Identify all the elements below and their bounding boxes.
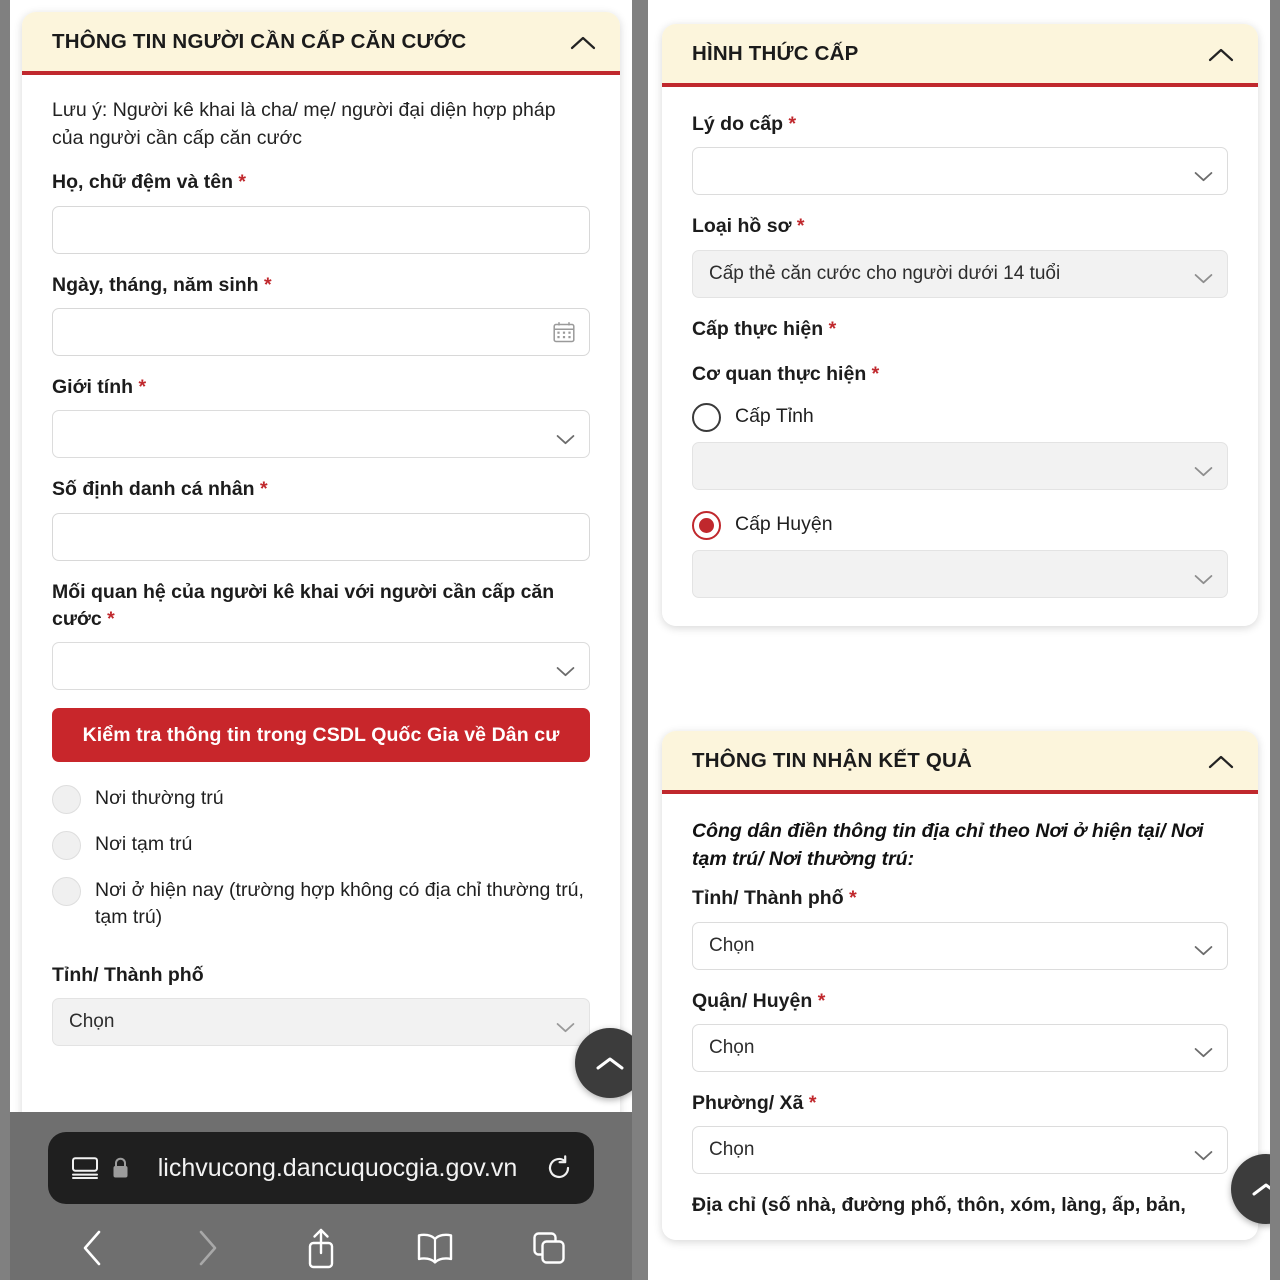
- share-button[interactable]: [298, 1225, 344, 1271]
- select-issue-reason[interactable]: [692, 147, 1228, 196]
- tabs-button[interactable]: [526, 1225, 572, 1271]
- chevron-up-icon[interactable]: [1208, 754, 1234, 769]
- card-applicant-info: THÔNG TIN NGƯỜI CẦN CẤP CĂN CƯỚC Lưu ý: …: [22, 12, 620, 1181]
- lock-icon: [112, 1157, 129, 1179]
- card-applicant-body: Lưu ý: Người kê khai là cha/ mẹ/ người đ…: [22, 75, 620, 1181]
- label-relationship: Mối quan hệ của người kê khai với người …: [52, 580, 555, 630]
- label-result-province: Tỉnh/ Thành phố *: [692, 887, 857, 910]
- label-gender: Giới tính *: [52, 375, 147, 398]
- select-result-ward[interactable]: Chọn: [692, 1126, 1228, 1175]
- label-issue-reason: Lý do cấp *: [692, 113, 797, 135]
- radio-circle-icon[interactable]: [52, 831, 81, 861]
- browser-tool-row: [10, 1216, 632, 1280]
- chevron-down-icon: [1194, 1145, 1213, 1160]
- radio-circle-selected-icon[interactable]: [692, 511, 721, 541]
- radio-label: Nơi thường trú: [95, 787, 224, 810]
- radio-permanent-residence[interactable]: Nơi thường trú: [52, 784, 590, 815]
- field-result-district: Quận/ Huyện * Chọn: [692, 988, 1228, 1072]
- screenshot-root: THÔNG TIN NGƯỜI CẦN CẤP CĂN CƯỚC Lưu ý: …: [0, 0, 1280, 1280]
- field-relationship: Mối quan hệ của người kê khai với người …: [52, 579, 590, 691]
- reader-view-icon[interactable]: [72, 1157, 98, 1179]
- field-result-province: Tỉnh/ Thành phố * Chọn: [692, 885, 1228, 970]
- radio-label: Nơi ở hiện nay (trường hợp không có địa …: [95, 879, 584, 929]
- calendar-icon[interactable]: [553, 321, 575, 343]
- label-personal-id: Số định danh cá nhân *: [52, 478, 268, 501]
- card-result-header[interactable]: THÔNG TIN NHẬN KẾT QUẢ: [662, 731, 1258, 794]
- radio-label: Cấp Huyện: [735, 513, 833, 536]
- check-national-database-button[interactable]: Kiểm tra thông tin trong CSDL Quốc Gia v…: [52, 708, 590, 763]
- label-execution-level: Cấp thực hiện *: [692, 317, 837, 340]
- select-dossier-type[interactable]: Cấp thẻ căn cước cho người dưới 14 tuổi: [692, 249, 1228, 298]
- radio-label: Cấp Tỉnh: [735, 405, 814, 428]
- right-phone-pane: HÌNH THỨC CẤP Lý do cấp * Loại hồ sơ * C…: [648, 0, 1270, 1280]
- label-result-district: Quận/ Huyện *: [692, 989, 826, 1012]
- radio-district-level[interactable]: Cấp Huyện: [692, 510, 1228, 541]
- radio-temporary-residence[interactable]: Nơi tạm trú: [52, 830, 590, 861]
- chevron-down-icon: [556, 661, 575, 676]
- card-issue-header[interactable]: HÌNH THỨC CẤP: [662, 24, 1258, 87]
- input-personal-id[interactable]: [52, 512, 590, 561]
- field-personal-id: Số định danh cá nhân *: [52, 476, 590, 561]
- field-full-name: Họ, chữ đệm và tên *: [52, 169, 590, 254]
- card-result-body: Công dân điền thông tin địa chỉ theo Nơi…: [662, 794, 1258, 1240]
- label-dob: Ngày, tháng, năm sinh *: [52, 273, 272, 296]
- input-full-name[interactable]: [52, 205, 590, 254]
- field-issue-reason: Lý do cấp *: [692, 111, 1228, 196]
- field-left-province: Tỉnh/ Thành phố Chọn: [52, 962, 590, 1047]
- label-result-ward: Phường/ Xã *: [692, 1091, 817, 1114]
- select-result-province[interactable]: Chọn: [692, 921, 1228, 970]
- card-issue-form: HÌNH THỨC CẤP Lý do cấp * Loại hồ sơ * C…: [662, 24, 1258, 627]
- card-applicant-header[interactable]: THÔNG TIN NGƯỜI CẦN CẤP CĂN CƯỚC: [22, 12, 620, 75]
- field-dob: Ngày, tháng, năm sinh *: [52, 272, 590, 356]
- select-left-province[interactable]: Chọn: [52, 998, 590, 1047]
- bookmarks-button[interactable]: [412, 1225, 458, 1271]
- chevron-down-icon: [1194, 461, 1213, 476]
- select-district-agency[interactable]: [692, 550, 1228, 599]
- chevron-up-icon[interactable]: [1208, 47, 1234, 62]
- chevron-down-icon: [556, 1017, 575, 1032]
- select-gender[interactable]: [52, 410, 590, 459]
- label-left-province: Tỉnh/ Thành phố: [52, 963, 204, 986]
- field-gender: Giới tính *: [52, 374, 590, 459]
- card-result-info: THÔNG TIN NHẬN KẾT QUẢ Công dân điền thô…: [662, 731, 1258, 1240]
- chevron-up-icon[interactable]: [570, 35, 596, 50]
- card-result-title: THÔNG TIN NHẬN KẾT QUẢ: [692, 749, 972, 772]
- chevron-down-icon: [1194, 1042, 1213, 1058]
- select-province-agency[interactable]: [692, 442, 1228, 491]
- reload-icon[interactable]: [546, 1155, 572, 1181]
- chevron-down-icon: [1194, 940, 1213, 956]
- select-relationship[interactable]: [52, 642, 590, 691]
- back-button[interactable]: [70, 1225, 116, 1271]
- chevron-up-icon: [596, 1057, 624, 1069]
- left-phone-pane: THÔNG TIN NGƯỜI CẦN CẤP CĂN CƯỚC Lưu ý: …: [10, 0, 632, 1280]
- label-full-name: Họ, chữ đệm và tên *: [52, 171, 247, 194]
- label-dossier-type: Loại hồ sơ *: [692, 215, 805, 238]
- forward-button[interactable]: [184, 1225, 230, 1271]
- radio-province-level[interactable]: Cấp Tỉnh: [692, 402, 1228, 433]
- card-issue-title: HÌNH THỨC CẤP: [692, 42, 859, 65]
- url-text[interactable]: lichvucong.dancuquocgia.gov.vn: [143, 1154, 532, 1183]
- label-execution-agency: Cơ quan thực hiện *: [692, 362, 880, 385]
- radio-current-residence[interactable]: Nơi ở hiện nay (trường hợp không có địa …: [52, 876, 590, 932]
- input-dob[interactable]: [52, 307, 590, 356]
- field-result-ward: Phường/ Xã * Chọn: [692, 1090, 1228, 1175]
- chevron-up-icon: [1252, 1183, 1270, 1195]
- url-bar[interactable]: lichvucong.dancuquocgia.gov.vn: [48, 1132, 594, 1204]
- chevron-down-icon: [1194, 268, 1213, 284]
- label-result-address: Địa chỉ (số nhà, đường phố, thôn, xóm, l…: [692, 1194, 1186, 1217]
- card-issue-body: Lý do cấp * Loại hồ sơ * Cấp thẻ căn cướ…: [662, 87, 1258, 627]
- result-note: Công dân điền thông tin địa chỉ theo Nơi…: [692, 820, 1204, 870]
- browser-bottom-chrome: lichvucong.dancuquocgia.gov.vn: [10, 1112, 632, 1280]
- radio-circle-icon[interactable]: [52, 877, 81, 907]
- chevron-down-icon: [1194, 569, 1213, 584]
- select-result-district[interactable]: Chọn: [692, 1023, 1228, 1072]
- chevron-down-icon: [556, 429, 575, 444]
- radio-label: Nơi tạm trú: [95, 833, 193, 856]
- chevron-down-icon: [1194, 166, 1213, 181]
- radio-circle-icon[interactable]: [692, 403, 721, 433]
- card-applicant-title: THÔNG TIN NGƯỜI CẦN CẤP CĂN CƯỚC: [52, 30, 467, 53]
- applicant-note: Lưu ý: Người kê khai là cha/ mẹ/ người đ…: [52, 99, 556, 149]
- radio-circle-icon[interactable]: [52, 785, 81, 815]
- field-dossier-type: Loại hồ sơ * Cấp thẻ căn cước cho người …: [692, 213, 1228, 298]
